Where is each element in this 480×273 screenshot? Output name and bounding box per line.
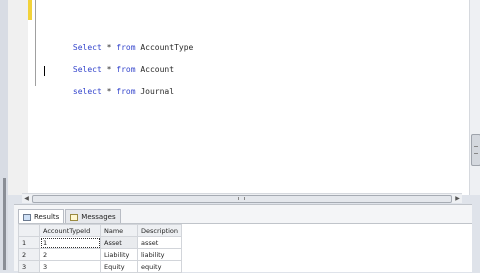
results-grid[interactable]: AccountTypeId Name Description 1 1 Asset… — [18, 223, 472, 273]
tab-results[interactable]: Results — [18, 209, 65, 224]
cell[interactable]: 1 — [39, 236, 101, 249]
tab-label: Results — [34, 213, 60, 221]
cell[interactable]: 2 — [39, 248, 101, 261]
keyword: select — [72, 87, 102, 96]
code-text: * — [101, 43, 117, 52]
code-text: * — [101, 65, 117, 74]
grid-icon — [23, 213, 31, 221]
results-table: AccountTypeId Name Description 1 1 Asset… — [18, 224, 183, 273]
scroll-right-arrow-icon[interactable]: ▶ — [453, 194, 462, 203]
messages-icon — [70, 213, 79, 221]
cell[interactable]: liability — [136, 248, 183, 261]
scroll-left-arrow-icon[interactable]: ◀ — [22, 194, 31, 203]
keyword: from — [116, 65, 136, 74]
code-line-1[interactable]: Select * from AccountType — [44, 33, 193, 52]
column-header[interactable]: Description — [136, 224, 183, 237]
left-strip — [0, 0, 8, 270]
change-indicator-bar — [28, 0, 32, 20]
table-name: AccountType — [135, 43, 194, 52]
cell[interactable]: Equity — [100, 260, 138, 273]
code-line-2[interactable]: Select * from Account — [44, 55, 174, 74]
table-row[interactable]: 3 3 Equity equity — [18, 260, 183, 273]
vertical-scrollbar[interactable] — [469, 0, 480, 195]
keyword: from — [116, 87, 136, 96]
cell[interactable]: 3 — [39, 260, 101, 273]
table-name: Journal — [135, 87, 175, 96]
row-number[interactable]: 3 — [18, 260, 40, 273]
cell[interactable]: Asset — [100, 236, 138, 249]
code-line-3[interactable]: select * from Journal — [44, 77, 174, 96]
cell[interactable]: asset — [136, 236, 183, 249]
keyword: Select — [72, 65, 102, 74]
query-editor[interactable]: Select * from AccountType Select * from … — [8, 0, 480, 195]
horizontal-scrollbar[interactable]: ◀ ▶ — [22, 193, 462, 203]
cell[interactable]: equity — [136, 260, 183, 273]
row-number[interactable]: 1 — [18, 236, 40, 249]
table-name: Account — [135, 65, 175, 74]
column-header[interactable]: Name — [100, 224, 138, 237]
text-caret — [44, 66, 45, 76]
outline-guide — [35, 0, 36, 86]
code-text: * — [101, 87, 117, 96]
header-row: AccountTypeId Name Description — [18, 224, 183, 237]
horizontal-scroll-thumb[interactable] — [32, 195, 452, 203]
keyword: from — [116, 43, 136, 52]
results-tabs: Results Messages — [18, 209, 121, 224]
vertical-scroll-thumb[interactable] — [471, 134, 480, 166]
row-header-corner[interactable] — [18, 224, 40, 237]
table-row[interactable]: 1 1 Asset asset — [18, 236, 183, 249]
tab-messages[interactable]: Messages — [65, 209, 121, 224]
cell[interactable]: Liability — [100, 248, 138, 261]
tab-label: Messages — [81, 213, 116, 221]
results-pane: Results Messages AccountTypeId Name Desc… — [14, 204, 472, 273]
column-header[interactable]: AccountTypeId — [39, 224, 101, 237]
row-number[interactable]: 2 — [18, 248, 40, 261]
code-area[interactable]: Select * from AccountType Select * from … — [44, 0, 193, 96]
left-strip-dark — [3, 178, 6, 270]
table-row[interactable]: 2 2 Liability liability — [18, 248, 183, 261]
keyword: Select — [72, 43, 102, 52]
editor-gutter — [8, 0, 28, 195]
